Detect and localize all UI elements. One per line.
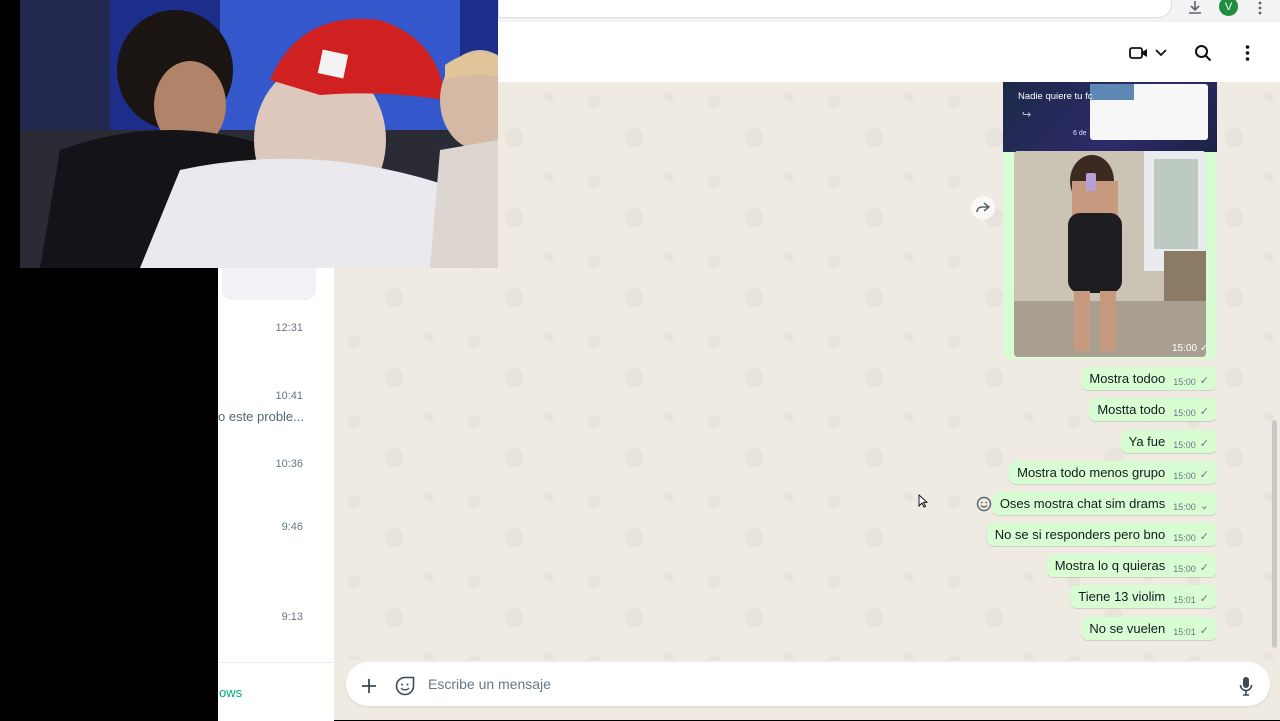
chat-item-time: 10:41	[275, 390, 303, 402]
sent-check-icon: ✓	[1199, 405, 1209, 418]
media-time: 15:00 ✓	[1172, 343, 1209, 354]
outgoing-message[interactable]: Mostta todo 15:00 ✓	[1089, 398, 1217, 421]
outgoing-message[interactable]: Mostra todoo 15:00 ✓	[1081, 367, 1217, 390]
more-options-icon[interactable]	[1240, 40, 1254, 66]
sent-check-icon: ✓	[1199, 530, 1209, 543]
message-text: No se vuelen	[1089, 621, 1166, 636]
more-vertical-icon[interactable]	[1250, 0, 1270, 18]
outgoing-message[interactable]: Mostra todo menos grupo 15:00 ✓	[1009, 461, 1217, 484]
chat-item-time: 10:36	[275, 458, 303, 470]
share-icon: ↪	[1022, 109, 1032, 121]
sent-check-icon: ✓	[1199, 592, 1209, 605]
message-time: 15:00	[1173, 376, 1196, 387]
sent-check-icon: ✓	[1199, 437, 1209, 450]
reaction-emoji-icon[interactable]	[973, 493, 995, 515]
outgoing-message[interactable]: Tiene 13 violim 15:01 ✓	[1070, 585, 1217, 608]
message-time: 15:01	[1173, 594, 1196, 605]
download-icon[interactable]	[1185, 0, 1205, 18]
message-time: 15:00	[1173, 439, 1196, 450]
message-time: 15:00	[1173, 563, 1196, 574]
mouse-cursor-icon	[918, 493, 929, 508]
footer-link[interactable]: ows	[219, 685, 242, 700]
chevron-down-icon[interactable]	[1152, 40, 1170, 66]
outgoing-message[interactable]: Ya fue 15:00 ✓	[1120, 430, 1217, 453]
message-text: No se si responders pero bno	[994, 527, 1166, 542]
forwarded-date: 6 de	[1073, 130, 1087, 137]
message-time: 15:00	[1173, 407, 1196, 418]
message-text: Ya fue	[1128, 434, 1166, 449]
forward-icon[interactable]	[971, 196, 995, 220]
sent-check-icon: ✓	[1199, 468, 1209, 481]
attach-plus-icon[interactable]	[357, 674, 381, 698]
microphone-icon[interactable]	[1234, 674, 1258, 698]
sent-check-icon: ✓	[1199, 374, 1209, 387]
outgoing-message[interactable]: No se si responders pero bno 15:00 ✓	[986, 523, 1217, 546]
message-input[interactable]: Escribe un mensaje	[428, 676, 551, 692]
chat-item-time: 12:31	[275, 322, 303, 334]
forwarded-caption: Nadie quiere tu fc	[1018, 91, 1093, 102]
message-text: Mostra lo q quieras	[1054, 558, 1166, 573]
outgoing-message[interactable]: Mostra lo q quieras 15:00 ✓	[1046, 554, 1217, 577]
message-time: 15:00	[1173, 532, 1196, 543]
sent-check-icon: ✓	[1199, 561, 1209, 574]
message-text: Tiene 13 violim	[1078, 589, 1166, 604]
chat-list-panel	[218, 268, 335, 720]
chat-item-preview[interactable]: o este proble...	[218, 409, 304, 424]
message-text: Mostra todo menos grupo	[1017, 465, 1166, 480]
message-time: 15:00	[1173, 470, 1196, 481]
forwarded-thumbnail-image	[1090, 84, 1134, 100]
scrollbar-thumb[interactable]	[1272, 420, 1277, 648]
sent-check-icon: ✓	[1199, 624, 1209, 637]
outgoing-message[interactable]: Oses mostra chat sim drams 15:00 ⌄	[991, 492, 1217, 515]
webcam-overlay	[20, 0, 498, 268]
sticker-icon[interactable]	[393, 674, 417, 698]
message-photo[interactable]	[1014, 151, 1206, 357]
message-menu-chevron-icon[interactable]: ⌄	[1200, 499, 1209, 512]
message-text: Mostta todo	[1097, 402, 1166, 417]
outgoing-message[interactable]: No se vuelen 15:01 ✓	[1081, 617, 1217, 640]
video-call-icon[interactable]	[1128, 40, 1150, 66]
message-text: Mostra todoo	[1089, 371, 1166, 386]
address-bar[interactable]	[498, 0, 1172, 18]
chat-list-search[interactable]	[222, 268, 316, 300]
search-icon[interactable]	[1192, 40, 1214, 66]
chat-item-time: 9:46	[281, 521, 303, 533]
chat-item-time: 9:13	[281, 611, 303, 623]
message-time: 15:01	[1173, 626, 1196, 637]
message-text: Oses mostra chat sim drams	[999, 496, 1166, 511]
message-time: 15:00	[1173, 501, 1196, 512]
